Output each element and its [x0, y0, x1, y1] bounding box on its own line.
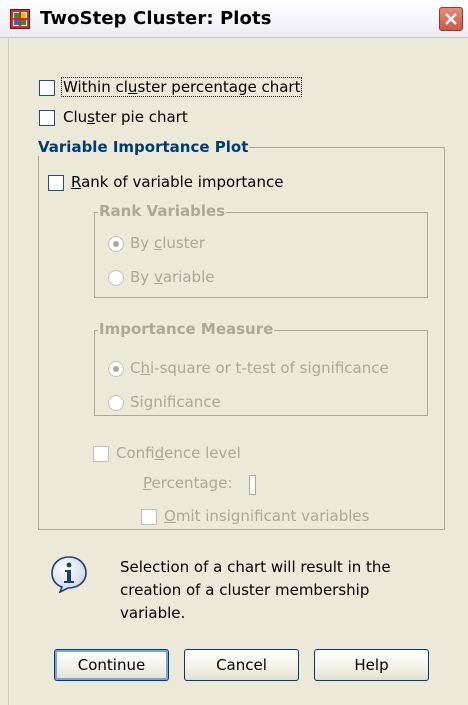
- importance-measure-legend: Importance Measure: [98, 320, 275, 338]
- significance-radio[interactable]: [108, 395, 124, 411]
- omit-insignificant-label[interactable]: Omit insignificant variables: [164, 507, 369, 525]
- variable-importance-legend: Variable Importance Plot: [37, 138, 250, 156]
- window-title: TwoStep Cluster: Plots: [40, 8, 272, 29]
- chi-square-label[interactable]: Chi-square or t-test of significance: [130, 359, 389, 377]
- within-cluster-percentage-checkbox[interactable]: [39, 80, 55, 96]
- chi-square-radio[interactable]: [108, 361, 124, 377]
- by-variable-radio[interactable]: [108, 270, 124, 286]
- cancel-button[interactable]: Cancel: [184, 649, 299, 681]
- window-border: [0, 38, 9, 705]
- continue-button[interactable]: Continue: [54, 649, 169, 681]
- close-icon: [445, 13, 457, 25]
- rank-variable-importance-checkbox[interactable]: [48, 175, 64, 191]
- by-variable-label[interactable]: By variable: [130, 268, 214, 286]
- title-bar: TwoStep Cluster: Plots: [0, 0, 468, 38]
- within-cluster-percentage-label[interactable]: Within cluster percentage chart: [60, 77, 303, 97]
- info-message: Selection of a chart will result in the …: [120, 558, 391, 622]
- help-button[interactable]: Help: [314, 649, 429, 681]
- by-cluster-label[interactable]: By cluster: [130, 234, 205, 252]
- significance-label[interactable]: Significance: [130, 393, 221, 411]
- confidence-level-label[interactable]: Confidence level: [116, 444, 241, 462]
- cluster-pie-chart-checkbox[interactable]: [39, 110, 55, 126]
- confidence-level-checkbox[interactable]: [93, 446, 109, 462]
- percentage-input[interactable]: [249, 475, 256, 495]
- close-button[interactable]: [439, 7, 463, 31]
- cluster-pie-chart-label[interactable]: Cluster pie chart: [63, 108, 188, 126]
- info-icon: [50, 555, 88, 594]
- rank-variables-legend: Rank Variables: [98, 202, 227, 220]
- percentage-label: Percentage:: [143, 474, 233, 492]
- rank-variable-importance-label[interactable]: Rank of variable importance: [71, 173, 283, 191]
- by-cluster-radio[interactable]: [108, 236, 124, 252]
- omit-insignificant-checkbox[interactable]: [141, 509, 157, 525]
- app-icon: [10, 9, 30, 29]
